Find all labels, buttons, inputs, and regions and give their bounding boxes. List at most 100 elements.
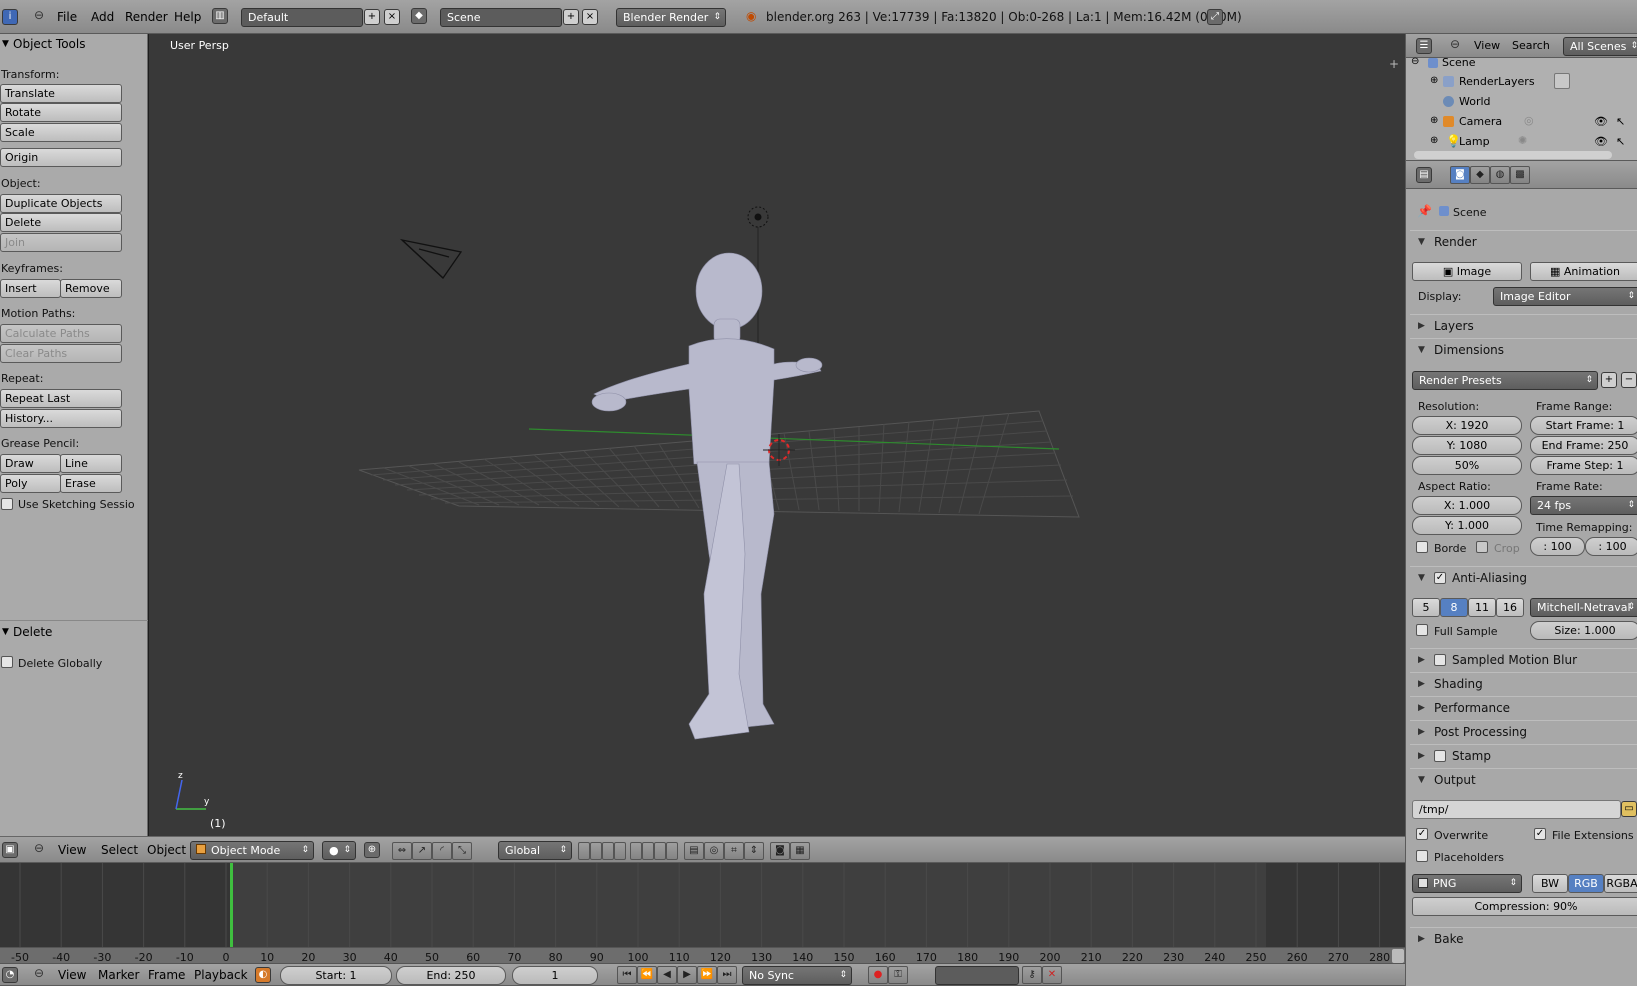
expand-icon[interactable]: ⊕	[1430, 75, 1438, 86]
aa-size-field[interactable]: Size: 1.000	[1530, 621, 1637, 640]
sketching-checkbox[interactable]	[1, 498, 13, 510]
object-tools-panel-header[interactable]: ▼ Object Tools	[0, 34, 148, 56]
insert-keyframe-button[interactable]: Insert	[0, 279, 61, 298]
collapse-menu-icon[interactable]: ⊖	[34, 841, 44, 855]
end-frame-field[interactable]: End: 250	[396, 966, 506, 985]
remove-scene-icon[interactable]: ×	[582, 9, 598, 25]
remap-new-field[interactable]: : 100	[1585, 537, 1637, 556]
start-frame-field[interactable]: Start Frame: 1	[1530, 416, 1637, 435]
menu-help[interactable]: Help	[174, 10, 201, 24]
play-reverse-icon[interactable]: ◀	[657, 966, 677, 984]
aa-sample-16[interactable]: 16	[1496, 598, 1524, 617]
rotate-manipulator-icon[interactable]: ◜	[432, 842, 452, 860]
layer-icon[interactable]	[630, 842, 642, 860]
output-section-header[interactable]: ▼ Output	[1410, 768, 1637, 790]
remove-keyframe-button[interactable]: Remove	[60, 279, 122, 298]
start-frame-field[interactable]: Start: 1	[280, 966, 392, 985]
scale-manipulator-icon[interactable]: ⤡	[452, 842, 472, 860]
display-dropdown[interactable]: Image Editor	[1493, 287, 1637, 306]
scene-field[interactable]: Scene	[440, 8, 562, 27]
outliner-row-scene[interactable]: ⊖ Scene	[1406, 56, 1637, 72]
erase-button[interactable]: Erase	[60, 474, 122, 493]
render-layer-icon[interactable]	[1554, 73, 1570, 89]
layer-icon[interactable]	[602, 842, 614, 860]
outliner-row-renderlayers[interactable]: ⊕ RenderLayers	[1406, 72, 1637, 92]
screen-layout-icon[interactable]: ▥	[212, 8, 228, 24]
anti-aliasing-section-header[interactable]: ▼ ✓ Anti-Aliasing	[1410, 566, 1637, 588]
anti-aliasing-checkbox[interactable]: ✓	[1434, 572, 1446, 584]
collapse-menu-icon[interactable]: ⊖	[34, 8, 44, 22]
selectable-arrow-icon[interactable]: ↖	[1616, 135, 1625, 148]
border-checkbox[interactable]	[1416, 541, 1428, 553]
stamp-section-header[interactable]: ▶ Stamp	[1410, 744, 1637, 766]
pivot-point-icon[interactable]: ⊕	[364, 842, 380, 858]
file-extensions-checkbox[interactable]: ✓	[1534, 828, 1546, 840]
color-rgb-button[interactable]: RGB	[1568, 874, 1604, 893]
current-frame-indicator[interactable]	[230, 863, 233, 947]
sync-mode-dropdown[interactable]: No Sync	[742, 966, 852, 985]
sidebar-toggle-icon[interactable]: +	[1389, 57, 1399, 71]
render-section-header[interactable]: ▼ Render	[1410, 230, 1637, 252]
fullscreen-icon[interactable]: ⤢	[1207, 9, 1223, 25]
keying-set-icon[interactable]: ⚿	[888, 966, 908, 984]
file-format-dropdown[interactable]: PNG	[1412, 874, 1522, 893]
menu-render[interactable]: Render	[125, 10, 168, 24]
screen-layout-field[interactable]: Default	[241, 8, 363, 27]
aspect-x-field[interactable]: X: 1.000	[1412, 496, 1522, 515]
translate-button[interactable]: Translate	[0, 84, 122, 103]
selectable-arrow-icon[interactable]: ↖	[1616, 115, 1625, 128]
outliner-scrollbar[interactable]	[1414, 151, 1612, 159]
scale-button[interactable]: Scale	[0, 123, 122, 142]
render-opengl-icon[interactable]: ◙	[770, 842, 790, 860]
scene-icon[interactable]: ◆	[411, 8, 427, 24]
delete-panel-header[interactable]: ▼ Delete	[0, 620, 148, 642]
compression-slider[interactable]: Compression: 90%	[1412, 897, 1637, 916]
jump-start-icon[interactable]: ⏮	[617, 966, 637, 984]
current-frame-field[interactable]: 1	[512, 966, 598, 985]
scene-context-icon[interactable]: ◆	[1470, 166, 1490, 184]
menu-view[interactable]: View	[1474, 39, 1500, 52]
duplicate-objects-button[interactable]: Duplicate Objects	[0, 194, 122, 213]
layer-icon[interactable]	[654, 842, 666, 860]
visibility-eye-icon[interactable]: 👁	[1594, 115, 1608, 128]
menu-search[interactable]: Search	[1512, 39, 1550, 52]
jump-end-icon[interactable]: ⏭	[717, 966, 737, 984]
menu-view[interactable]: View	[58, 843, 86, 857]
menu-object[interactable]: Object	[147, 843, 186, 857]
render-image-button[interactable]: ▣ Image	[1412, 262, 1522, 281]
dimensions-section-header[interactable]: ▼ Dimensions	[1410, 338, 1637, 360]
keying-set-field[interactable]	[935, 966, 1019, 985]
frame-rate-dropdown[interactable]: 24 fps	[1530, 496, 1637, 515]
clear-paths-button[interactable]: Clear Paths	[0, 344, 122, 363]
collapse-menu-icon[interactable]: ⊖	[34, 966, 44, 980]
visibility-eye-icon[interactable]: 👁	[1594, 135, 1608, 148]
world-context-icon[interactable]: ◍	[1490, 166, 1510, 184]
jump-keyframe-back-icon[interactable]: ⏪	[637, 966, 657, 984]
render-engine-dropdown[interactable]: Blender Render	[616, 8, 726, 27]
viewport-shading-dropdown[interactable]: ●	[322, 841, 356, 860]
performance-section-header[interactable]: ▶ Performance	[1410, 696, 1637, 718]
outliner-row-camera[interactable]: ⊕ Camera ◎ 👁 ↖	[1406, 112, 1637, 132]
delete-button[interactable]: Delete	[0, 213, 122, 232]
placeholders-checkbox[interactable]	[1416, 850, 1428, 862]
render-animation-icon[interactable]: ▦	[790, 842, 810, 860]
poly-button[interactable]: Poly	[0, 474, 61, 493]
menu-marker[interactable]: Marker	[98, 968, 139, 982]
aspect-y-field[interactable]: Y: 1.000	[1412, 516, 1522, 535]
remove-layout-icon[interactable]: ×	[384, 9, 400, 25]
info-editor-icon[interactable]: i	[2, 9, 18, 25]
overwrite-checkbox[interactable]: ✓	[1416, 828, 1428, 840]
add-scene-icon[interactable]: +	[563, 9, 579, 25]
end-frame-field[interactable]: End Frame: 250	[1530, 436, 1637, 455]
shading-section-header[interactable]: ▶ Shading	[1410, 672, 1637, 694]
aa-filter-dropdown[interactable]: Mitchell-Netraval	[1530, 598, 1637, 617]
repeat-last-button[interactable]: Repeat Last	[0, 389, 122, 408]
resolution-x-field[interactable]: X: 1920	[1412, 416, 1522, 435]
folder-icon[interactable]: ▭	[1621, 801, 1637, 817]
motion-blur-checkbox[interactable]	[1434, 654, 1446, 666]
add-preset-icon[interactable]: +	[1601, 372, 1617, 388]
menu-add[interactable]: Add	[91, 10, 114, 24]
origin-button[interactable]: Origin	[0, 148, 122, 167]
3d-viewport[interactable]: User Persp y z (1) +	[149, 34, 1405, 836]
collapse-icon[interactable]: ⊖	[1411, 56, 1419, 67]
